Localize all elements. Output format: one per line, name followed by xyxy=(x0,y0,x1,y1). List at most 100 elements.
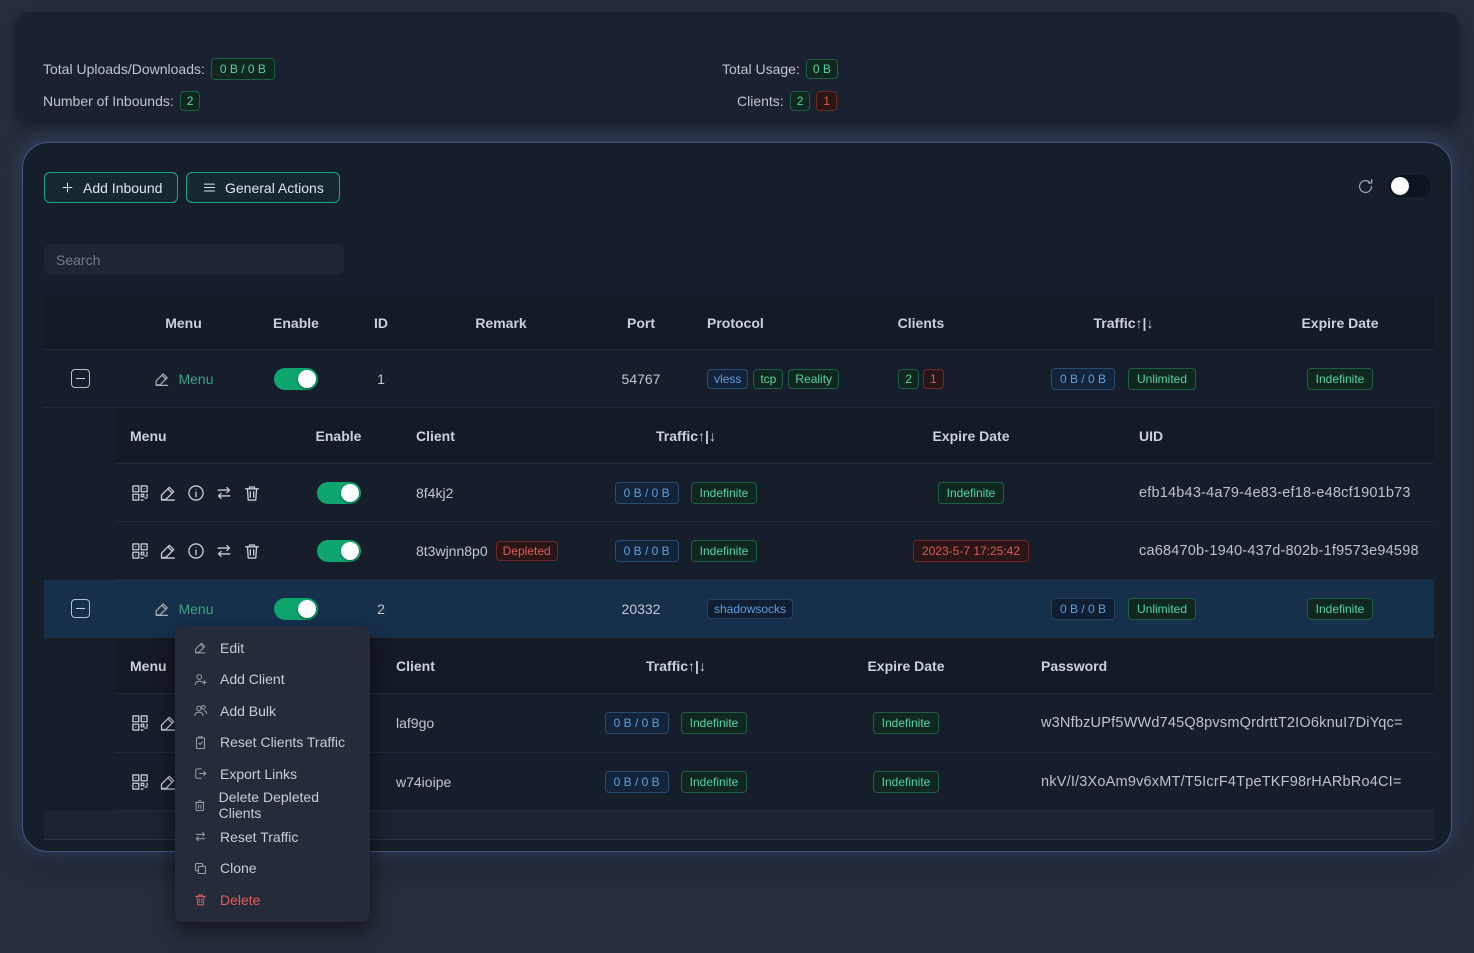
inbound-menu-label: Menu xyxy=(178,371,213,387)
reset-traffic-icon[interactable] xyxy=(214,483,234,503)
client-password: nkV/I/3XoAm9v6xMT/T5IcrF4TpeTKF98rHARbRo… xyxy=(1021,753,1434,810)
inbound-menu-button[interactable]: Menu xyxy=(153,370,213,388)
traffic-limit-badge: Indefinite xyxy=(691,482,758,504)
header-client: Client xyxy=(376,408,561,463)
header-client: Client xyxy=(376,638,561,693)
collapse-row-button[interactable] xyxy=(71,369,90,388)
toggle-knob xyxy=(1391,177,1409,195)
edit-icon[interactable] xyxy=(158,541,178,561)
users-icon xyxy=(193,703,208,718)
protocol-tag: shadowsocks xyxy=(707,599,793,619)
toggle-knob xyxy=(341,484,359,502)
client-name: w74ioipe xyxy=(376,753,561,810)
plus-icon xyxy=(60,180,75,195)
swap-icon xyxy=(193,829,208,844)
inbound-row-1: Menu 1 54767 vless tcp Reality 2 1 0 B /… xyxy=(44,350,1434,408)
client-name: 8f4kj2 xyxy=(376,464,561,521)
header-remark: Remark xyxy=(421,296,581,349)
stat-uploads-downloads-value: 0 B / 0 B xyxy=(211,58,275,80)
clients-depleted-badge: 1 xyxy=(923,369,944,389)
menu-item-delete[interactable]: Delete xyxy=(175,884,370,916)
reset-traffic-icon[interactable] xyxy=(214,541,234,561)
menu-item-add-bulk[interactable]: Add Bulk xyxy=(175,695,370,727)
inbound-port: 20332 xyxy=(581,580,701,637)
header-traffic-sortable[interactable]: Traffic↑|↓ xyxy=(1001,296,1246,349)
depleted-badge: Depleted xyxy=(496,541,558,561)
trash-icon[interactable] xyxy=(242,483,262,503)
inbound-remark xyxy=(421,580,581,637)
edit-icon xyxy=(193,640,208,655)
header-traffic-sortable[interactable]: Traffic↑|↓ xyxy=(561,408,811,463)
menu-item-delete-depleted-clients[interactable]: Delete Depleted Clients xyxy=(175,790,370,822)
search-input[interactable] xyxy=(44,244,344,275)
stat-inbounds-count: Number of Inbounds: 2 xyxy=(43,90,200,112)
header-port: Port xyxy=(581,296,701,349)
inbounds-table-header: Menu Enable ID Remark Port Protocol Clie… xyxy=(44,296,1434,350)
expire-badge: Indefinite xyxy=(1307,368,1374,390)
traffic-limit-badge: Indefinite xyxy=(681,771,748,793)
inbound-id: 1 xyxy=(341,350,421,407)
header-menu: Menu xyxy=(116,408,301,463)
protocol-tag: Reality xyxy=(788,369,839,389)
client-row-8t3wjnn8p0: 8t3wjnn8p0 Depleted 0 B / 0 B Indefinite… xyxy=(116,522,1434,580)
stat-total-usage-label: Total Usage: xyxy=(722,61,800,77)
reload-icon[interactable] xyxy=(1356,177,1375,196)
toggle-knob xyxy=(341,542,359,560)
client-row-8f4kj2: 8f4kj2 0 B / 0 B Indefinite Indefinite e… xyxy=(116,464,1434,522)
clients-table-1-header: Menu Enable Client Traffic↑|↓ Expire Dat… xyxy=(116,408,1434,464)
auto-refresh-toggle[interactable] xyxy=(1389,175,1431,197)
info-icon[interactable] xyxy=(186,541,206,561)
qrcode-icon[interactable] xyxy=(130,772,150,792)
header-expire-date: Expire Date xyxy=(1246,296,1434,349)
menu-item-reset-clients-traffic[interactable]: Reset Clients Traffic xyxy=(175,727,370,759)
toggle-knob xyxy=(298,600,316,618)
menu-item-reset-traffic[interactable]: Reset Traffic xyxy=(175,821,370,853)
general-actions-button[interactable]: General Actions xyxy=(186,172,340,203)
header-enable: Enable xyxy=(251,296,341,349)
client-enable-toggle[interactable] xyxy=(317,540,361,562)
header-enable: Enable xyxy=(301,408,376,463)
expire-badge: 2023-5-7 17:25:42 xyxy=(913,540,1029,562)
qrcode-icon[interactable] xyxy=(130,483,150,503)
toggle-knob xyxy=(298,370,316,388)
menu-item-clone[interactable]: Clone xyxy=(175,853,370,885)
inbound-menu-button[interactable]: Menu xyxy=(153,600,213,618)
stats-panel: Total Uploads/Downloads: 0 B / 0 B Numbe… xyxy=(14,12,1460,124)
inbound-enable-toggle[interactable] xyxy=(274,368,318,390)
qrcode-icon[interactable] xyxy=(130,713,150,733)
minus-icon xyxy=(76,378,85,380)
header-password: Password xyxy=(1021,638,1434,693)
collapse-row-button[interactable] xyxy=(71,599,90,618)
traffic-badge: 0 B / 0 B xyxy=(1051,598,1115,620)
client-uid: efb14b43-4a79-4e83-ef18-e48cf1901b73 xyxy=(1131,464,1434,521)
export-icon xyxy=(193,766,208,781)
qrcode-icon[interactable] xyxy=(130,541,150,561)
menu-item-export-links[interactable]: Export Links xyxy=(175,758,370,790)
expire-badge: Indefinite xyxy=(873,771,940,793)
inbound-context-menu: Edit Add Client Add Bulk Reset Clients T… xyxy=(175,626,370,922)
menu-item-edit[interactable]: Edit xyxy=(175,632,370,664)
add-inbound-button[interactable]: Add Inbound xyxy=(44,172,178,203)
traffic-badge: 0 B / 0 B xyxy=(1051,368,1115,390)
trash-icon[interactable] xyxy=(242,541,262,561)
trash-box-icon xyxy=(193,798,207,813)
stat-uploads-downloads-label: Total Uploads/Downloads: xyxy=(43,61,205,77)
header-menu: Menu xyxy=(116,296,251,349)
inbound-enable-toggle[interactable] xyxy=(274,598,318,620)
inbound-remark xyxy=(421,350,581,407)
edit-icon[interactable] xyxy=(158,483,178,503)
client-name: 8t3wjnn8p0 xyxy=(416,543,488,559)
stat-clients-depleted-badge: 1 xyxy=(816,91,837,111)
header-traffic-sortable[interactable]: Traffic↑|↓ xyxy=(561,638,791,693)
user-add-icon xyxy=(193,672,208,687)
protocol-tag: vless xyxy=(707,369,748,389)
traffic-badge: 0 B / 0 B xyxy=(605,771,669,793)
header-clients[interactable]: Clients xyxy=(841,296,1001,349)
inbound-menu-label: Menu xyxy=(178,601,213,617)
traffic-limit-badge: Unlimited xyxy=(1128,368,1196,390)
info-icon[interactable] xyxy=(186,483,206,503)
inbound-port: 54767 xyxy=(581,350,701,407)
menu-item-add-client[interactable]: Add Client xyxy=(175,664,370,696)
stat-clients-active-badge: 2 xyxy=(790,91,811,111)
client-enable-toggle[interactable] xyxy=(317,482,361,504)
